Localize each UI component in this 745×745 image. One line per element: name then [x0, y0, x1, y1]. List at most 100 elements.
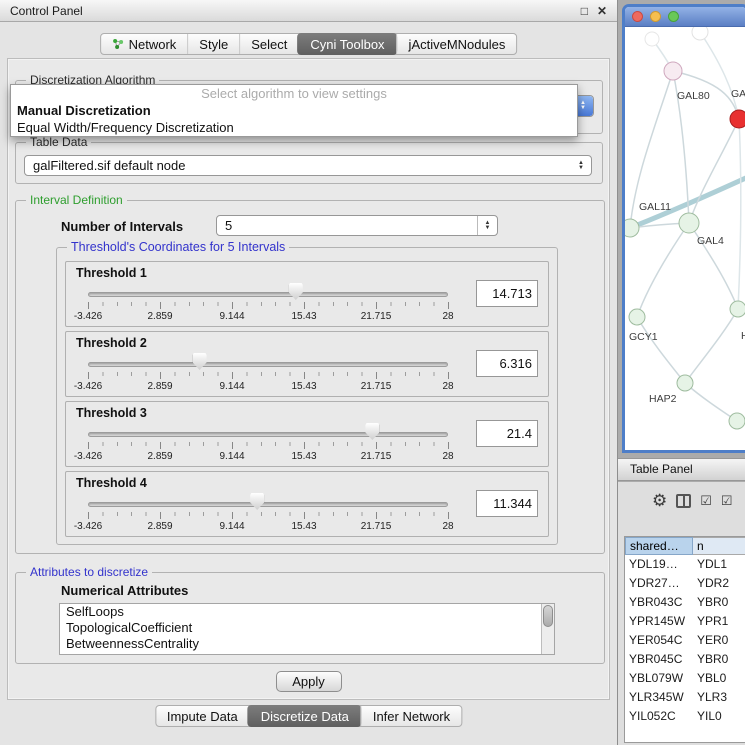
- list-scrollbar[interactable]: [541, 604, 554, 654]
- table-cell[interactable]: YBR0: [693, 650, 745, 669]
- network-node[interactable]: [677, 375, 693, 391]
- threshold-slider[interactable]: -3.4262.8599.14415.4321.71528: [88, 422, 448, 464]
- threshold-slider[interactable]: -3.4262.8599.14415.4321.71528: [88, 282, 448, 324]
- slider-scale-label: 28: [442, 381, 453, 392]
- tab-jactivemnodules[interactable]: jActiveMNodules: [397, 34, 517, 54]
- table-cell[interactable]: YDR27…: [625, 574, 693, 593]
- table-row[interactable]: YDL19…YDL1: [625, 555, 745, 574]
- list-item[interactable]: TopologicalCoefficient: [60, 620, 554, 636]
- network-edge[interactable]: [685, 309, 738, 383]
- table-cell[interactable]: YBR043C: [625, 593, 693, 612]
- dropdown-item-manual-discretization[interactable]: Manual Discretization: [11, 102, 577, 119]
- network-node[interactable]: [645, 32, 659, 46]
- table-row[interactable]: YBL079WYBL0: [625, 669, 745, 688]
- table-cell[interactable]: YDL19…: [625, 555, 693, 574]
- table-cell[interactable]: YDR2: [693, 574, 745, 593]
- number-of-intervals-spinner[interactable]: 5 ▲ ▼: [216, 215, 498, 236]
- table-panel-toolbar: ⚙ ☑ ☑: [652, 490, 733, 512]
- threshold-value-field[interactable]: 14.713: [476, 280, 538, 307]
- spinner-arrows-icon[interactable]: ▲ ▼: [477, 216, 497, 235]
- select-none-checkbox-icon[interactable]: ☑: [721, 493, 733, 509]
- slider-scale-label: 2.859: [147, 521, 172, 532]
- network-node[interactable]: [625, 219, 639, 237]
- table-cell[interactable]: YPR145W: [625, 612, 693, 631]
- table-row[interactable]: YER054CYER0: [625, 631, 745, 650]
- network-edge[interactable]: [689, 119, 739, 223]
- threshold-value-field[interactable]: 6.316: [476, 350, 538, 377]
- network-edge[interactable]: [738, 119, 741, 309]
- tab-impute-data[interactable]: Impute Data: [156, 706, 249, 726]
- list-scrollbar-thumb[interactable]: [543, 605, 553, 627]
- network-edge[interactable]: [685, 383, 737, 421]
- network-node[interactable]: [729, 413, 745, 429]
- tab-discretize-data[interactable]: Discretize Data: [248, 705, 362, 727]
- table-cell[interactable]: YLR345W: [625, 688, 693, 707]
- network-edge[interactable]: [637, 317, 685, 383]
- network-node[interactable]: [664, 62, 682, 80]
- slider-track[interactable]: [88, 292, 448, 297]
- tab-infer-network[interactable]: Infer Network: [361, 706, 461, 726]
- table-cell[interactable]: YPR1: [693, 612, 745, 631]
- table-cell[interactable]: YBL0: [693, 669, 745, 688]
- close-traffic-light[interactable]: [632, 11, 643, 22]
- slider-thumb[interactable]: [365, 423, 379, 440]
- select-all-checkbox-icon[interactable]: ☑: [700, 493, 712, 509]
- table-cell[interactable]: YDL1: [693, 555, 745, 574]
- table-cell[interactable]: YLR3: [693, 688, 745, 707]
- tab-cyni-toolbox[interactable]: Cyni Toolbox: [297, 33, 397, 55]
- table-row[interactable]: YBR043CYBR0: [625, 593, 745, 612]
- close-icon[interactable]: ✕: [597, 4, 607, 18]
- table-row[interactable]: YDR27…YDR2: [625, 574, 745, 593]
- table-cell[interactable]: YBL079W: [625, 669, 693, 688]
- table-cell[interactable]: YER054C: [625, 631, 693, 650]
- slider-track[interactable]: [88, 432, 448, 437]
- threshold-slider[interactable]: -3.4262.8599.14415.4321.71528: [88, 492, 448, 534]
- network-node[interactable]: [730, 301, 745, 317]
- numerical-attributes-label: Numerical Attributes: [61, 583, 188, 598]
- slider-track[interactable]: [88, 502, 448, 507]
- table-cell[interactable]: YBR0: [693, 593, 745, 612]
- table-data-combo[interactable]: galFiltered.sif default node ▲ ▼: [24, 155, 592, 176]
- dropdown-item-equal-width-frequency[interactable]: Equal Width/Frequency Discretization: [11, 119, 577, 136]
- slider-thumb[interactable]: [250, 493, 264, 510]
- network-node[interactable]: [730, 110, 745, 128]
- network-edge[interactable]: [637, 223, 689, 317]
- slider-track[interactable]: [88, 362, 448, 367]
- zoom-traffic-light[interactable]: [668, 11, 679, 22]
- network-node[interactable]: [629, 309, 645, 325]
- network-canvas[interactable]: GAL80GAGAL11GAL4GCY1HAP2H: [625, 27, 745, 452]
- tab-style[interactable]: Style: [187, 34, 239, 54]
- tab-select[interactable]: Select: [239, 34, 298, 54]
- network-node[interactable]: [679, 213, 699, 233]
- threshold-slider[interactable]: -3.4262.8599.14415.4321.71528: [88, 352, 448, 394]
- network-node[interactable]: [692, 27, 708, 40]
- float-window-icon[interactable]: □: [581, 4, 588, 18]
- list-item[interactable]: SelfLoops: [60, 604, 554, 620]
- threshold-value-field[interactable]: 21.4: [476, 420, 538, 447]
- threshold-value-field[interactable]: 11.344: [476, 490, 538, 517]
- table-row[interactable]: YLR345WYLR3: [625, 688, 745, 707]
- tab-network[interactable]: Network: [101, 34, 188, 54]
- table-row[interactable]: YBR045CYBR0: [625, 650, 745, 669]
- column-header[interactable]: n: [693, 537, 745, 555]
- table-row[interactable]: YIL052CYIL0: [625, 707, 745, 726]
- list-item[interactable]: BetweennessCentrality: [60, 636, 554, 652]
- table-cell[interactable]: YBR045C: [625, 650, 693, 669]
- table-cell[interactable]: YER0: [693, 631, 745, 650]
- minimize-traffic-light[interactable]: [650, 11, 661, 22]
- numerical-attributes-listbox[interactable]: SelfLoopsTopologicalCoefficientBetweenne…: [59, 603, 555, 655]
- dropdown-placeholder-item[interactable]: Select algorithm to view settings: [11, 85, 577, 102]
- table-cell[interactable]: YIL0: [693, 707, 745, 726]
- attributes-to-discretize-group: Attributes to discretize Numerical Attri…: [15, 572, 605, 664]
- slider-thumb[interactable]: [193, 353, 207, 370]
- columns-icon[interactable]: [676, 494, 691, 508]
- table-row[interactable]: YPR145WYPR1: [625, 612, 745, 631]
- combo-arrows-icon[interactable]: ▲ ▼: [571, 156, 591, 175]
- gear-icon[interactable]: ⚙: [652, 491, 667, 511]
- table-cell[interactable]: YIL052C: [625, 707, 693, 726]
- network-window-titlebar: [625, 7, 745, 27]
- apply-button[interactable]: Apply: [276, 671, 342, 692]
- slider-thumb[interactable]: [289, 283, 303, 300]
- column-header[interactable]: shared…: [625, 537, 693, 555]
- network-node-label: GAL80: [677, 90, 710, 102]
